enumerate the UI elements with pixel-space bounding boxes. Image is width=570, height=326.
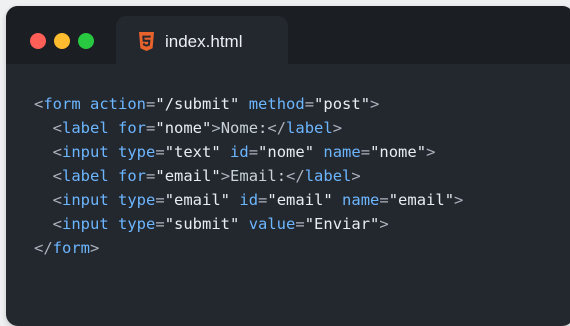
code-token-punct: =	[155, 191, 165, 209]
code-token-punct: >	[332, 119, 343, 137]
code-token-attr: type	[118, 191, 156, 209]
code-token-str: "submit"	[164, 215, 240, 233]
code-token-punct	[239, 95, 248, 113]
code-token-punct: =	[248, 143, 259, 161]
code-token-punct: </	[286, 167, 305, 185]
code-token-punct: <	[34, 191, 62, 209]
code-line: <input type="submit" value="Enviar">	[34, 212, 463, 236]
code-token-punct: >	[90, 239, 100, 257]
code-token-tag: input	[62, 143, 109, 161]
code-token-punct: >	[379, 215, 389, 233]
code-token-punct: <	[34, 215, 62, 233]
code-token-punct: <	[34, 143, 62, 161]
code-token-attr: type	[118, 143, 156, 161]
code-token-tag: input	[62, 215, 109, 233]
code-token-punct: =	[360, 143, 371, 161]
code-token-punct: >	[426, 143, 436, 161]
code-token-str: "nome"	[258, 143, 315, 161]
code-token-punct: <	[34, 119, 62, 137]
code-token-tag: label	[62, 167, 109, 185]
code-token-attr: for	[118, 119, 147, 137]
code-token-punct	[239, 215, 248, 233]
code-token-punct: </	[267, 119, 287, 137]
code-token-punct: =	[155, 143, 165, 161]
code-token-punct: =	[304, 95, 315, 113]
code-token-punct: >	[220, 167, 231, 185]
code-token-str: "email"	[164, 191, 231, 209]
code-token-punct: =	[146, 167, 156, 185]
code-token-punct	[109, 215, 118, 233]
code-token-tag: form	[52, 239, 90, 257]
code-token-punct: >	[211, 119, 221, 137]
code-token-punct	[314, 143, 323, 161]
minimize-window-button[interactable]	[54, 33, 70, 49]
code-token-punct: =	[155, 215, 165, 233]
code-token-attr: name	[342, 191, 380, 209]
code-token-str: "text"	[164, 143, 221, 161]
code-token-punct: >	[370, 95, 380, 113]
code-token-punct	[333, 191, 342, 209]
tab-label: index.html	[165, 32, 243, 51]
code-token-str: "post"	[314, 95, 371, 113]
code-token-punct: </	[34, 239, 53, 257]
code-line: <form action="/submit" method="post">	[34, 92, 463, 116]
code-token-attr: action	[90, 95, 147, 113]
code-window: index.html <form action="/submit" method…	[6, 6, 570, 326]
code-editor: <form action="/submit" method="post"> <l…	[34, 92, 463, 260]
code-token-punct: <	[34, 167, 62, 185]
code-token-attr: id	[239, 191, 259, 209]
code-token-tag: form	[43, 95, 81, 113]
code-token-punct	[109, 143, 118, 161]
code-token-str: "nome"	[370, 143, 427, 161]
code-line: <label for="email">Email:</label>	[34, 164, 463, 188]
code-line: <label for="nome">Nome:</label>	[34, 116, 463, 140]
code-token-attr: name	[323, 143, 361, 161]
code-token-txt: Email:	[230, 167, 287, 185]
code-token-tag: label	[62, 119, 109, 137]
code-token-str: "email"	[388, 191, 455, 209]
code-token-punct	[230, 191, 239, 209]
code-token-attr: value	[248, 215, 296, 233]
code-token-str: "email"	[155, 167, 221, 185]
code-token-str: "nome"	[155, 119, 212, 137]
html5-icon	[138, 32, 155, 51]
code-token-tag: label	[286, 119, 333, 137]
code-token-punct	[221, 143, 230, 161]
code-token-punct: <	[34, 95, 44, 113]
code-line: <input type="email" id="email" name="ema…	[34, 188, 464, 212]
code-token-punct	[109, 119, 118, 137]
code-token-punct: =	[146, 95, 156, 113]
code-token-attr: for	[118, 167, 147, 185]
code-token-punct	[109, 191, 118, 209]
zoom-window-button[interactable]	[78, 33, 94, 49]
code-token-str: "Enviar"	[304, 215, 380, 233]
code-token-attr: method	[248, 95, 305, 113]
code-token-punct: =	[295, 215, 305, 233]
code-token-punct: =	[258, 191, 268, 209]
code-token-punct: =	[146, 119, 156, 137]
code-token-attr: id	[230, 143, 249, 161]
code-line: </form>	[34, 236, 463, 260]
code-token-punct	[109, 167, 118, 185]
code-token-tag: label	[304, 167, 352, 185]
code-token-attr: type	[118, 215, 156, 233]
code-token-punct: >	[351, 167, 361, 185]
code-token-punct: >	[454, 191, 464, 209]
code-token-txt: Nome:	[220, 119, 268, 137]
close-window-button[interactable]	[30, 33, 46, 49]
code-token-tag: input	[62, 191, 109, 209]
tab-index-html[interactable]: index.html	[116, 16, 288, 64]
code-token-str: "email"	[267, 191, 333, 209]
title-bar: index.html	[6, 6, 570, 64]
code-token-punct: =	[379, 191, 389, 209]
code-token-punct	[81, 95, 90, 113]
code-token-str: "/submit"	[155, 95, 240, 113]
code-line: <input type="text" id="nome" name="nome"…	[34, 140, 463, 164]
